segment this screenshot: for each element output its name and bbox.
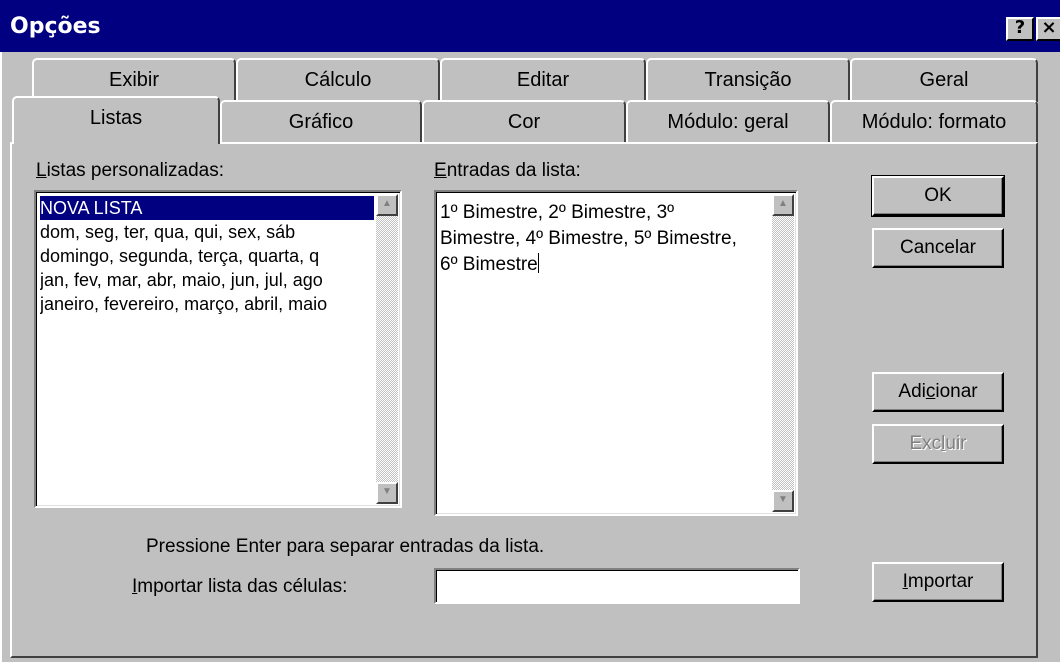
separator-hint: Pressione Enter para separar entradas da…: [146, 536, 545, 557]
list-item[interactable]: janeiro, fevereiro, março, abril, maio: [40, 292, 374, 316]
list-item[interactable]: jan, fev, mar, abr, maio, jun, jul, ago: [40, 268, 374, 292]
scroll-down-icon[interactable]: ▼: [772, 490, 794, 512]
list-entries-label: Entradas da lista:: [434, 160, 581, 181]
tab-editar[interactable]: Editar: [440, 58, 646, 102]
window-right-edge: [1040, 52, 1060, 662]
import-field-label: Importar lista das células:: [132, 576, 348, 597]
tab-modulo-geral[interactable]: Módulo: geral: [626, 100, 830, 144]
tab-modulo-formato[interactable]: Módulo: formato: [830, 100, 1038, 144]
window-left-edge: [0, 52, 8, 662]
custom-lists-scrollbar[interactable]: ▲ ▼: [376, 194, 398, 504]
text-caret: [537, 253, 539, 273]
tab-transicao[interactable]: Transição: [646, 58, 850, 102]
ok-button[interactable]: OK: [871, 175, 1005, 217]
cancel-button[interactable]: Cancelar: [872, 228, 1004, 268]
add-button[interactable]: Adicionar: [872, 372, 1004, 412]
window-title: Opções: [10, 14, 101, 39]
list-item[interactable]: dom, seg, ter, qua, qui, sex, sáb: [40, 220, 374, 244]
title-bar[interactable]: Opções ? ×: [0, 0, 1060, 52]
tab-calculo[interactable]: Cálculo: [236, 58, 440, 102]
list-item[interactable]: domingo, segunda, terça, quarta, q: [40, 244, 374, 268]
list-entries-scrollbar[interactable]: ▲ ▼: [772, 194, 794, 512]
list-item[interactable]: NOVA LISTA: [40, 196, 374, 220]
custom-lists-label: Listas personalizadas:: [36, 160, 225, 181]
import-range-input[interactable]: [434, 568, 800, 604]
scroll-up-icon[interactable]: ▲: [772, 194, 794, 216]
delete-button[interactable]: Excluir: [872, 424, 1004, 464]
tab-cor[interactable]: Cor: [422, 100, 626, 144]
custom-lists-listbox[interactable]: NOVA LISTA dom, seg, ter, qua, qui, sex,…: [34, 190, 402, 508]
list-entries-text: 1º Bimestre, 2º Bimestre, 3º Bimestre, 4…: [440, 202, 737, 275]
import-button[interactable]: Importar: [872, 562, 1004, 602]
tab-grafico[interactable]: Gráfico: [220, 100, 422, 144]
tab-listas[interactable]: Listas: [12, 96, 220, 144]
help-icon[interactable]: ?: [1006, 17, 1034, 41]
scroll-up-icon[interactable]: ▲: [376, 194, 398, 216]
list-entries-textarea[interactable]: 1º Bimestre, 2º Bimestre, 3º Bimestre, 4…: [434, 190, 798, 516]
scroll-down-icon[interactable]: ▼: [376, 482, 398, 504]
close-icon[interactable]: ×: [1036, 17, 1060, 41]
tab-geral[interactable]: Geral: [850, 58, 1038, 102]
